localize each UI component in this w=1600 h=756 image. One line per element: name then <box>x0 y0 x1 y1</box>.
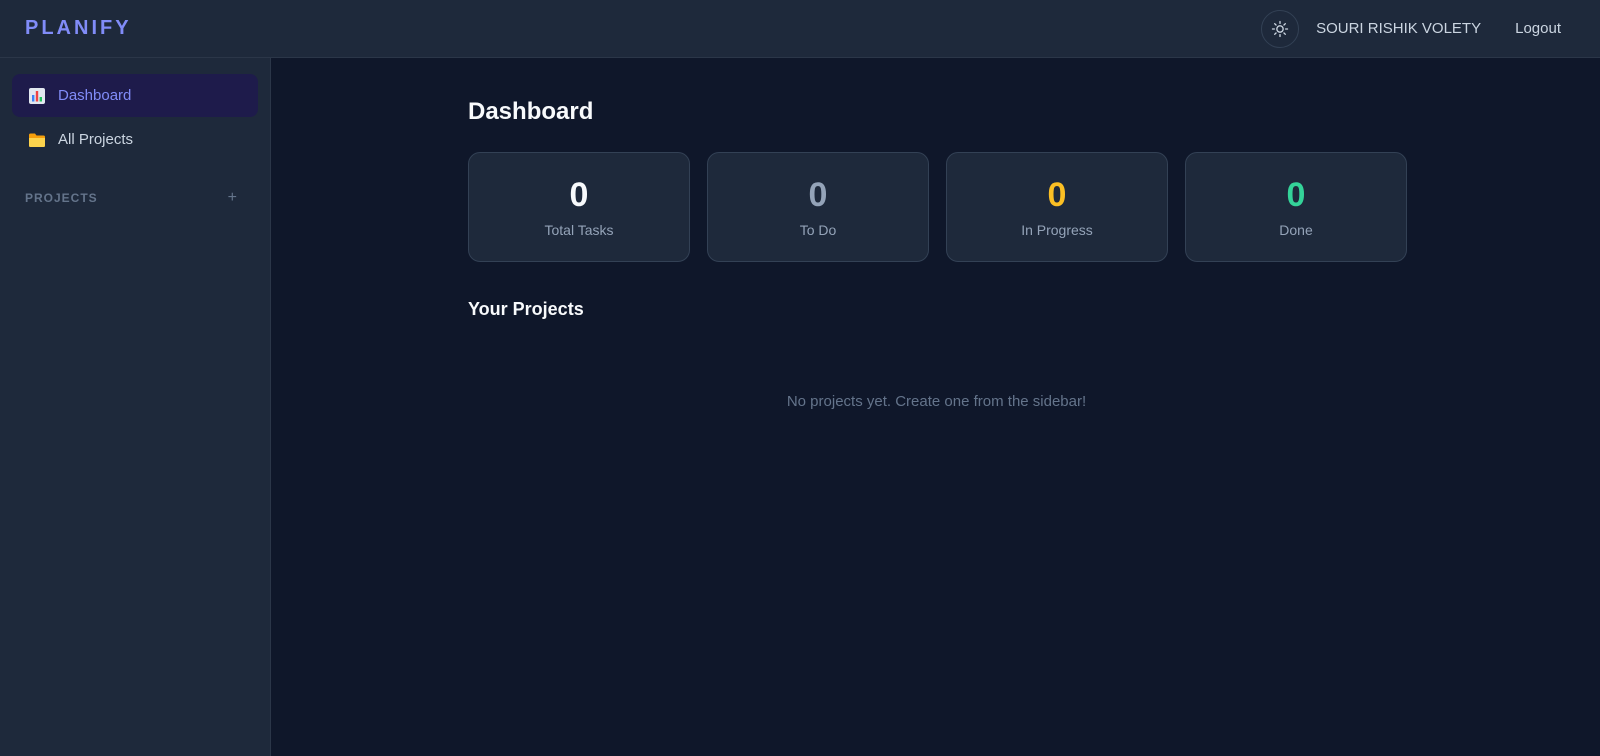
stat-card-total-tasks: 0 Total Tasks <box>468 152 690 262</box>
sun-icon <box>1271 20 1289 37</box>
theme-toggle-button[interactable] <box>1261 9 1300 48</box>
page-title: Dashboard <box>468 98 594 125</box>
folder-icon <box>28 131 46 149</box>
stat-label: Done <box>1279 222 1313 238</box>
logout-button[interactable]: Logout <box>1515 20 1561 37</box>
main-content: Dashboard 0 Total Tasks 0 To Do 0 In Pro… <box>272 58 1600 756</box>
user-name: SOURI RISHIK VOLETY <box>1316 20 1482 37</box>
stat-card-done: 0 Done <box>1185 152 1407 262</box>
empty-projects-message: No projects yet. Create one from the sid… <box>786 393 1087 410</box>
stat-value: 0 <box>1047 176 1067 214</box>
stat-value: 0 <box>1286 176 1306 214</box>
stat-card-to-do: 0 To Do <box>707 152 929 262</box>
header-actions: SOURI RISHIK VOLETY Logout <box>1261 9 1575 48</box>
top-bar: PLANIFY SOURI RISHIK VOLETY Logout <box>0 0 1600 58</box>
sidebar-item-all-projects[interactable]: All Projects <box>12 118 258 161</box>
sidebar-item-label: Dashboard <box>58 87 132 104</box>
your-projects-title: Your Projects <box>468 299 584 319</box>
stat-label: Total Tasks <box>544 222 614 238</box>
projects-heading: PROJECTS <box>25 191 98 205</box>
stat-label: To Do <box>799 222 837 238</box>
projects-section-header: PROJECTS + <box>12 189 258 207</box>
sidebar-item-label: All Projects <box>58 131 134 148</box>
stat-card-in-progress: 0 In Progress <box>946 152 1168 262</box>
stat-value: 0 <box>569 176 589 214</box>
sidebar: Dashboard All Projects PROJECTS + <box>0 58 271 756</box>
bar-chart-icon <box>28 87 46 105</box>
stat-value: 0 <box>808 176 828 214</box>
brand-logo[interactable]: PLANIFY <box>25 17 132 40</box>
sidebar-item-dashboard[interactable]: Dashboard <box>12 74 258 117</box>
stats-row: 0 Total Tasks 0 To Do 0 In Progress 0 Do… <box>468 152 1424 262</box>
stat-label: In Progress <box>1021 222 1093 238</box>
add-project-button[interactable]: + <box>228 189 238 207</box>
